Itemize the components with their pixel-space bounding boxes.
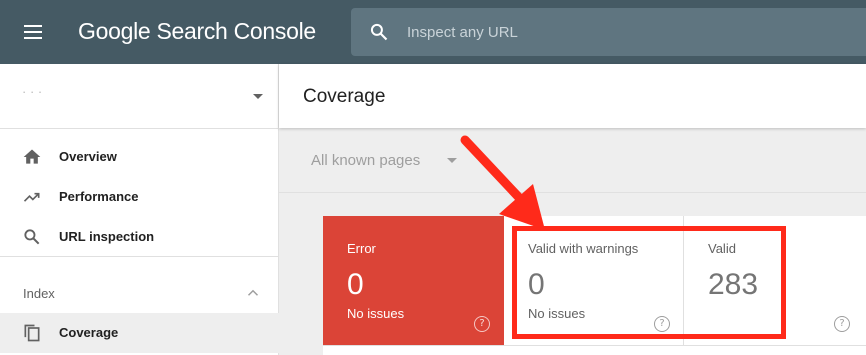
sidebar-item-label: Performance bbox=[59, 189, 139, 204]
divider bbox=[279, 192, 866, 193]
sidebar-section-index[interactable]: Index bbox=[0, 272, 279, 312]
sidebar-item-url-inspection[interactable]: URL inspection bbox=[0, 217, 279, 257]
card-value: 0 bbox=[347, 268, 364, 301]
search-icon bbox=[24, 229, 40, 245]
sidebar-item-performance[interactable]: Performance bbox=[0, 177, 279, 217]
chevron-down-icon bbox=[253, 94, 263, 99]
search-icon[interactable] bbox=[369, 22, 389, 42]
property-selector[interactable]: · · · bbox=[0, 64, 279, 129]
help-icon[interactable]: ? bbox=[834, 316, 850, 332]
page-header: Coverage bbox=[279, 64, 866, 128]
card-subtitle: No issues bbox=[347, 306, 405, 321]
sidebar: · · · Overview Performance URL inspectio… bbox=[0, 64, 279, 355]
divider bbox=[323, 345, 866, 346]
top-app-bar: Google Search Console bbox=[0, 0, 866, 64]
chevron-up-icon bbox=[247, 289, 259, 296]
sidebar-item-overview[interactable]: Overview bbox=[0, 137, 279, 177]
sidebar-item-label: Coverage bbox=[59, 325, 119, 340]
page-title: Coverage bbox=[303, 86, 386, 107]
card-title: Error bbox=[347, 241, 376, 256]
sidebar-item-label: Overview bbox=[59, 149, 117, 164]
sidebar-item-coverage[interactable]: Coverage bbox=[0, 313, 279, 353]
menu-icon[interactable] bbox=[22, 22, 46, 42]
copy-pages-icon bbox=[24, 324, 40, 342]
help-icon[interactable]: ? bbox=[474, 316, 490, 332]
page-filter-dropdown[interactable]: All known pages bbox=[311, 144, 471, 176]
annotation-arrow-icon bbox=[460, 135, 545, 230]
property-name: · · · bbox=[22, 84, 43, 99]
filter-label: All known pages bbox=[311, 152, 421, 169]
section-label: Index bbox=[23, 286, 55, 301]
url-inspection-search[interactable] bbox=[351, 8, 866, 56]
home-icon bbox=[23, 149, 41, 164]
app-logo[interactable]: Google Search Console bbox=[78, 18, 316, 45]
divider bbox=[0, 256, 279, 257]
search-input[interactable] bbox=[407, 8, 847, 56]
trending-up-icon bbox=[23, 192, 40, 202]
sidebar-item-label: URL inspection bbox=[59, 229, 155, 244]
